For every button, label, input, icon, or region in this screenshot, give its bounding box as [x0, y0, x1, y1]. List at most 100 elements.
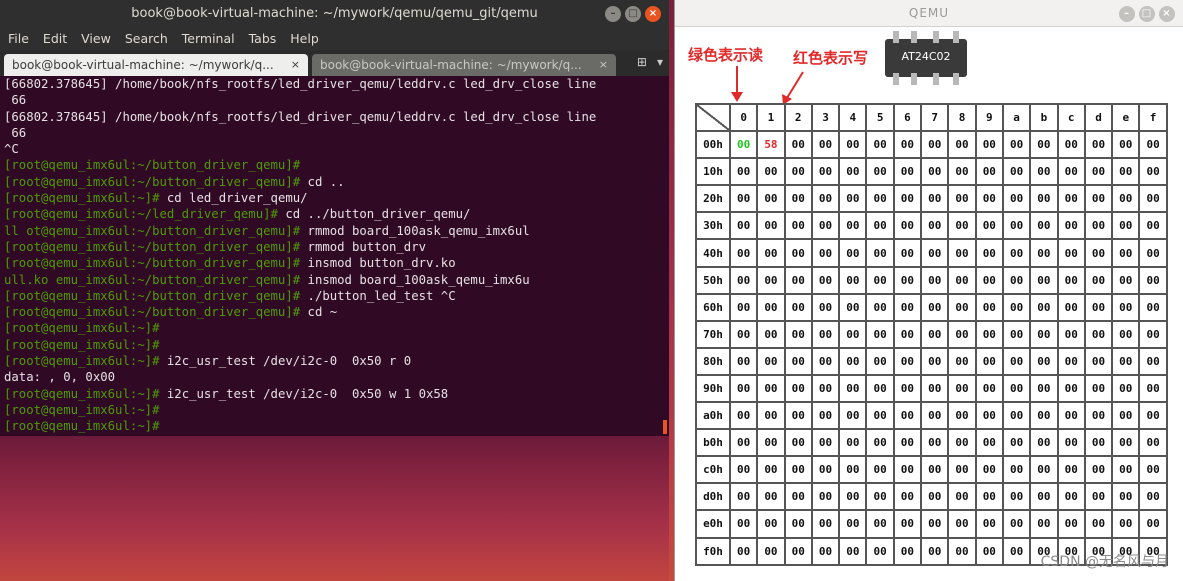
command-text: cd ~: [300, 305, 338, 320]
memory-cell: 00: [756, 346, 786, 376]
memory-cell: 00: [1111, 455, 1141, 485]
memory-cell: 00: [756, 455, 786, 485]
memory-cell: 00: [728, 455, 759, 485]
memory-cell: 00: [1138, 455, 1168, 485]
menu-view[interactable]: View: [81, 28, 111, 50]
command-text: 66: [4, 93, 27, 108]
menu-terminal[interactable]: Terminal: [182, 28, 235, 50]
menu-tabs[interactable]: Tabs: [249, 28, 277, 50]
menu-edit[interactable]: Edit: [43, 28, 67, 50]
memory-cell: 00: [1029, 211, 1059, 241]
memory-cell: 00: [865, 428, 895, 458]
column-header: d: [1083, 102, 1114, 133]
memory-cell: 00: [810, 536, 841, 566]
memory-cell: 00: [947, 265, 977, 295]
shell-prompt: [root@qemu_imx6ul:~/button_driver_qemu]#: [4, 158, 301, 173]
menu-help[interactable]: Help: [290, 28, 319, 50]
maximize-icon[interactable]: □: [625, 6, 641, 22]
memory-cell: 00: [1001, 157, 1032, 187]
memory-cell: 00: [728, 401, 759, 431]
memory-cell: 00: [1001, 265, 1032, 295]
terminal-output[interactable]: [66802.378645] /home/book/nfs_rootfs/led…: [0, 76, 669, 436]
table-row: e0h 00 00 00 00 00 00 00 00 00 00 00 00 00 00 00 00: [695, 509, 1168, 539]
memory-cell: 00: [1083, 211, 1114, 241]
command-text: rmmod button_drv: [300, 239, 426, 254]
command-text: cd ../button_driver_qemu/: [277, 207, 471, 222]
tab-terminal-2[interactable]: book@book-virtual-machine: ~/mywork/q...…: [312, 54, 616, 76]
command-text: cd ..: [300, 174, 345, 189]
maximize-icon[interactable]: □: [1139, 6, 1155, 22]
memory-cell: 00: [1111, 509, 1141, 539]
terminal-line: 66: [4, 92, 665, 108]
command-text: 66: [4, 125, 27, 140]
tab-close-icon[interactable]: ×: [599, 54, 608, 76]
memory-cell: 00: [756, 373, 786, 404]
memory-cell: 00: [974, 130, 1004, 160]
command-text: i2c_usr_test /dev/i2c-0 0x50 r 0: [159, 354, 412, 369]
memory-cell: 00: [1138, 292, 1168, 322]
memory-cell: 00: [810, 238, 841, 268]
terminal-title: book@book-virtual-machine: ~/mywork/qemu…: [131, 6, 538, 21]
memory-cell: 00: [1056, 509, 1086, 539]
terminal-line: [root@qemu_imx6ul:~/button_driver_qemu]#: [4, 157, 665, 173]
memory-cell: 00: [810, 184, 841, 214]
memory-cell: 00: [1083, 346, 1114, 376]
terminal-window[interactable]: book@book-virtual-machine: ~/mywork/qemu…: [0, 0, 669, 581]
memory-cell: 00: [1083, 482, 1114, 512]
column-header: f: [1138, 102, 1168, 133]
menu-search[interactable]: Search: [125, 28, 168, 50]
memory-cell: 00: [838, 482, 868, 512]
memory-cell: 00: [838, 211, 868, 241]
memory-cell: 00: [1138, 184, 1168, 214]
shell-prompt: [root@qemu_imx6ul:~]#: [4, 191, 160, 206]
memory-cell: 00: [1001, 536, 1032, 566]
memory-cell: 00: [810, 265, 841, 295]
column-header: 5: [865, 102, 895, 133]
watermark: CSDN @无名风与月: [1040, 554, 1169, 570]
memory-cell: 00: [1001, 428, 1032, 458]
memory-cell: 00: [920, 455, 950, 485]
table-row: 00h 00 58 00 00 00 00 00 00 00 00 00 00 00 00 00 00: [695, 130, 1168, 160]
memory-cell: 00: [1029, 184, 1059, 214]
memory-cell: 00: [920, 346, 950, 376]
scrollbar-thumb[interactable]: [663, 420, 667, 434]
memory-cell: 00: [865, 346, 895, 376]
memory-cell: 00: [838, 536, 868, 566]
tab-close-icon[interactable]: ×: [291, 54, 300, 76]
table-row: 40h 00 00 00 00 00 00 00 00 00 00 00 00 00 00 00 00: [695, 238, 1168, 268]
memory-cell: 00: [1111, 482, 1141, 512]
terminal-titlebar[interactable]: book@book-virtual-machine: ~/mywork/qemu…: [0, 0, 669, 28]
memory-cell: 00: [974, 346, 1004, 376]
close-icon[interactable]: ×: [645, 6, 661, 22]
qemu-titlebar[interactable]: QEMU – □ ×: [675, 0, 1183, 27]
tab-terminal-1[interactable]: book@book-virtual-machine: ~/mywork/q...…: [4, 54, 308, 76]
memory-cell: 00: [892, 292, 923, 322]
memory-cell: 00: [920, 428, 950, 458]
memory-cell: 00: [1138, 428, 1168, 458]
memory-cell: 00: [810, 401, 841, 431]
memory-cell: 00: [838, 509, 868, 539]
memory-cell: 00: [783, 536, 813, 566]
menu-file[interactable]: File: [8, 28, 29, 50]
chevron-down-icon[interactable]: ▾: [657, 55, 663, 69]
minimize-icon[interactable]: –: [1119, 6, 1135, 22]
memory-cell: 00: [1001, 346, 1032, 376]
memory-cell: 00: [865, 130, 895, 160]
shell-prompt: [root@qemu_imx6ul:~/button_driver_qemu]#: [4, 239, 301, 254]
terminal-line: [root@qemu_imx6ul:~]#: [4, 402, 665, 418]
column-header: 6: [892, 102, 923, 133]
memory-cell: 00: [865, 265, 895, 295]
memory-cell: 00: [947, 536, 977, 566]
memory-cell: 00: [728, 482, 759, 512]
close-icon[interactable]: ×: [1159, 6, 1175, 22]
shell-prompt: [root@qemu_imx6ul:~]#: [4, 321, 160, 336]
memory-cell: 00: [1111, 238, 1141, 268]
memory-cell: 00: [756, 292, 786, 322]
qemu-window[interactable]: QEMU – □ × 绿色表示读 红色表示写 AT24C02 012345678…: [674, 0, 1183, 581]
new-tab-icon[interactable]: ⊞: [637, 55, 647, 69]
memory-cell: 00: [783, 455, 813, 485]
memory-cell: 00: [1056, 130, 1086, 160]
table-row: 90h 00 00 00 00 00 00 00 00 00 00 00 00 00 00 00 00: [695, 373, 1168, 404]
minimize-icon[interactable]: –: [605, 6, 621, 22]
column-header: 3: [810, 102, 841, 133]
